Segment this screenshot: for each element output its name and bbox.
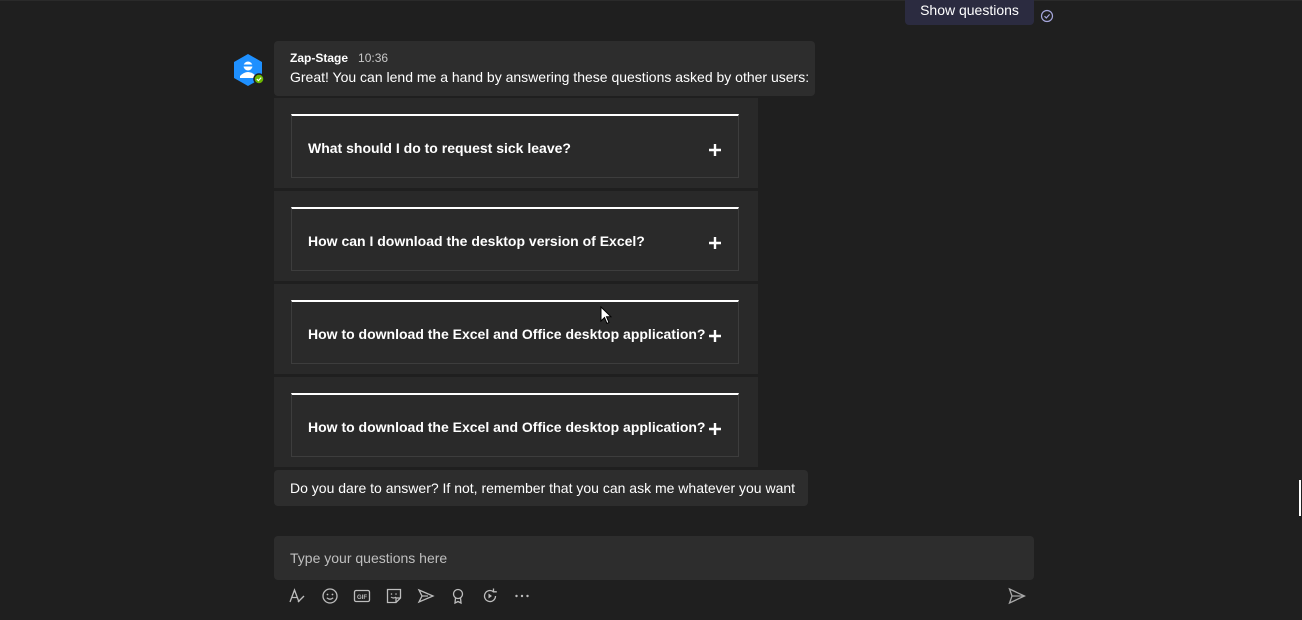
sticker-icon[interactable] (385, 587, 403, 605)
emoji-icon[interactable] (321, 587, 339, 605)
loop-icon[interactable] (481, 587, 499, 605)
chat-stage: Show questions Zap-Stage 10:36 Great! Yo… (0, 0, 1302, 620)
send-icon[interactable] (1008, 587, 1026, 605)
bot-avatar-icon (234, 54, 265, 86)
message-time: 10:36 (358, 51, 389, 65)
question-card[interactable]: What should I do to request sick leave? (291, 114, 739, 178)
follow-up-text: Do you dare to answer? If not, remember … (290, 480, 796, 496)
question-text: How to download the Excel and Office des… (308, 419, 706, 435)
question-card-container: How to download the Excel and Office des… (274, 284, 758, 374)
praise-icon[interactable] (449, 587, 467, 605)
expand-plus-icon[interactable] (708, 329, 722, 343)
question-card-container: How to download the Excel and Office des… (274, 377, 758, 467)
question-text: How to download the Excel and Office des… (308, 326, 706, 342)
question-text: How can I download the desktop version o… (308, 233, 645, 249)
bot-message: Zap-Stage 10:36 Great! You can lend me a… (274, 41, 815, 96)
scrollbar-thumb[interactable] (1299, 480, 1301, 516)
question-card-container: What should I do to request sick leave? (274, 98, 758, 188)
read-receipt-icon (1040, 9, 1054, 23)
message-input[interactable] (274, 536, 1030, 580)
mouse-cursor-icon (600, 306, 612, 325)
gif-icon[interactable]: GIF (353, 587, 371, 605)
message-text: Great! You can lend me a hand by answeri… (290, 69, 810, 85)
divider (0, 0, 1302, 1)
schedule-meeting-icon[interactable] (417, 587, 435, 605)
expand-plus-icon[interactable] (708, 236, 722, 250)
more-options-icon[interactable] (513, 587, 531, 605)
message-header: Zap-Stage 10:36 (290, 51, 388, 65)
compose-box[interactable] (274, 536, 1034, 580)
question-card[interactable]: How to download the Excel and Office des… (291, 393, 739, 457)
format-icon[interactable] (288, 587, 306, 605)
expand-plus-icon[interactable] (708, 422, 722, 436)
follow-up-message: Do you dare to answer? If not, remember … (274, 470, 808, 506)
question-card[interactable]: How to download the Excel and Office des… (291, 300, 739, 364)
show-questions-button[interactable]: Show questions (905, 0, 1034, 25)
question-text: What should I do to request sick leave? (308, 140, 571, 156)
expand-plus-icon[interactable] (708, 143, 722, 157)
svg-text:GIF: GIF (357, 595, 367, 601)
question-card[interactable]: How can I download the desktop version o… (291, 207, 739, 271)
sender-name: Zap-Stage (290, 51, 349, 65)
question-card-container: How can I download the desktop version o… (274, 191, 758, 281)
